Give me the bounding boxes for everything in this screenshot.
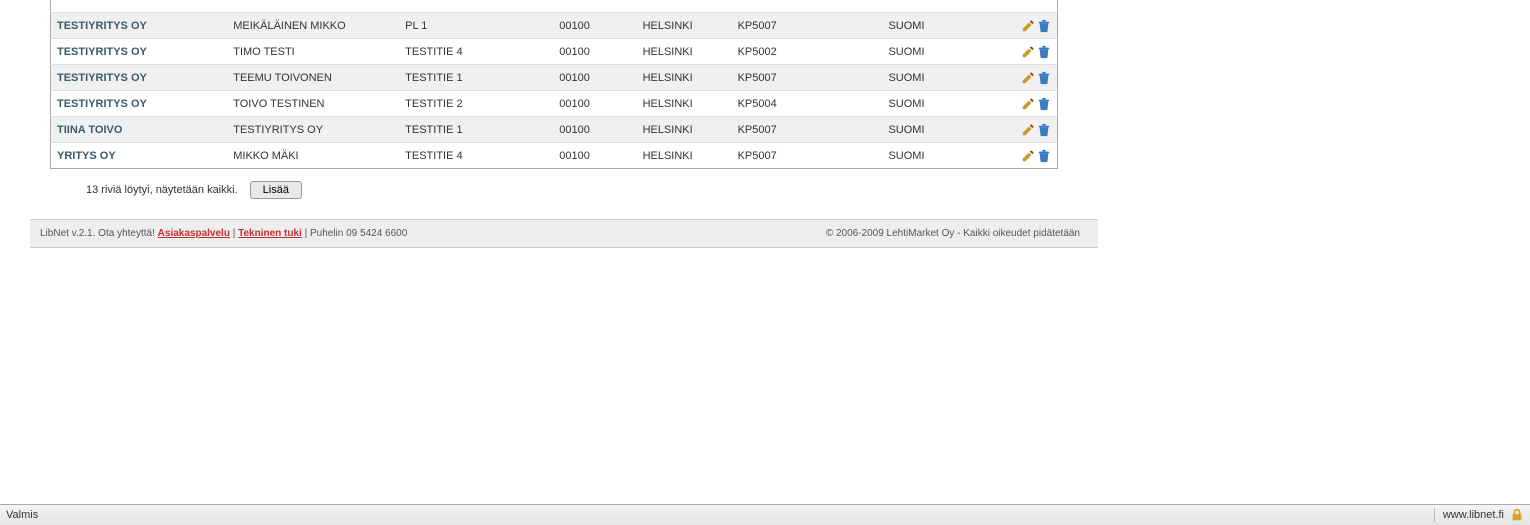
address-cell: TESTITIE 4 — [399, 39, 553, 65]
contact-cell: TEEMU TOIVONEN — [227, 65, 399, 91]
delete-icon[interactable] — [1037, 45, 1051, 59]
delete-icon[interactable] — [1037, 19, 1051, 33]
company-link[interactable]: TESTIYRITYS OY — [57, 46, 147, 58]
footer-phone: | Puhelin 09 5424 6600 — [305, 228, 408, 239]
status-text: Valmis — [6, 509, 38, 521]
country-cell: SUOMI — [882, 13, 999, 39]
postal-cell: 00100 — [553, 91, 636, 117]
city-cell: HELSINKI — [637, 91, 732, 117]
company-link[interactable]: TESTIYRITYS OY — [57, 20, 147, 32]
delete-icon[interactable] — [1037, 149, 1051, 163]
company-link[interactable]: TIINA TOIVO — [57, 124, 122, 136]
delete-icon[interactable] — [1037, 97, 1051, 111]
company-link[interactable]: TESTIYRITYS OY — [57, 98, 147, 110]
table-row: TESTIYRITYS OYTESTI TIMOTESTITIE00100HEL… — [51, 0, 1058, 13]
address-cell: TESTITIE 1 — [399, 65, 553, 91]
delete-icon[interactable] — [1037, 71, 1051, 85]
address-cell: TESTITIE 1 — [399, 117, 553, 143]
country-cell: SUOMI — [882, 143, 999, 169]
contact-cell: TOIVO TESTINEN — [227, 91, 399, 117]
company-link[interactable]: TESTIYRITYS OY — [57, 72, 147, 84]
results-table: TESTIYRITYS OYTESTI TIMOTESTITIE00100HEL… — [50, 0, 1058, 169]
footer-copyright: © 2006-2009 LehtiMarket Oy - Kaikki oike… — [826, 228, 1080, 239]
table-row: YRITYS OY MIKKO MÄKITESTITIE 400100HELSIN… — [51, 143, 1058, 169]
delete-icon[interactable] — [1037, 123, 1051, 137]
code-cell: KP5002 — [732, 39, 883, 65]
postal-cell: 00100 — [553, 39, 636, 65]
city-cell: HELSINKI — [637, 117, 732, 143]
status-domain: www.libnet.fi — [1443, 509, 1504, 521]
contact-cell: TIMO TESTI — [227, 39, 399, 65]
footer-version: LibNet v.2.1. Ota yhteyttä! — [40, 228, 158, 239]
table-row: TIINA TOIVO TESTIYRITYS OYTESTITIE 100100… — [51, 117, 1058, 143]
table-row: TESTIYRITYS OY TIMO TESTITESTITIE 400100H… — [51, 39, 1058, 65]
table-row: TESTIYRITYS OY TEEMU TOIVONENTESTITIE 100… — [51, 65, 1058, 91]
table-row: TESTIYRITYS OY TOIVO TESTINENTESTITIE 200… — [51, 91, 1058, 117]
city-cell: HELSINKI — [637, 65, 732, 91]
city-cell: HELSINKI — [637, 39, 732, 65]
city-cell: HELSINKI — [637, 143, 732, 169]
postal-cell: 00100 — [553, 143, 636, 169]
add-button[interactable]: Lisää — [250, 181, 302, 199]
country-cell: SUOMI — [882, 65, 999, 91]
address-cell: PL 1 — [399, 13, 553, 39]
edit-icon[interactable] — [1021, 45, 1035, 59]
code-cell: KP5004 — [732, 91, 883, 117]
edit-icon[interactable] — [1021, 123, 1035, 137]
edit-icon[interactable] — [1021, 19, 1035, 33]
code-cell: KP5007 — [732, 13, 883, 39]
postal-cell: 00100 — [553, 117, 636, 143]
lock-icon — [1510, 508, 1524, 522]
country-cell: SUOMI — [882, 39, 999, 65]
customer-service-link[interactable]: Asiakaspalvelu — [158, 228, 230, 239]
footer: LibNet v.2.1. Ota yhteyttä! Asiakaspalve… — [30, 219, 1098, 248]
edit-icon[interactable] — [1021, 71, 1035, 85]
postal-cell: 00100 — [553, 13, 636, 39]
country-cell: SUOMI — [882, 117, 999, 143]
code-cell: KP5007 — [732, 65, 883, 91]
tech-support-link[interactable]: Tekninen tuki — [238, 228, 302, 239]
contact-cell: TESTIYRITYS OY — [227, 117, 399, 143]
country-cell: SUOMI — [882, 91, 999, 117]
summary-text: 13 riviä löytyi, näytetään kaikki. — [86, 184, 238, 196]
browser-statusbar: Valmis www.libnet.fi — [0, 504, 1530, 525]
address-cell: TESTITIE 2 — [399, 91, 553, 117]
code-cell: KP5007 — [732, 117, 883, 143]
address-cell: TESTITIE 4 — [399, 143, 553, 169]
table-row: TESTIYRITYS OY MEIKÄLÄINEN MIKKOPL 100100… — [51, 13, 1058, 39]
edit-icon[interactable] — [1021, 149, 1035, 163]
contact-cell: MEIKÄLÄINEN MIKKO — [227, 13, 399, 39]
edit-icon[interactable] — [1021, 97, 1035, 111]
company-link[interactable]: YRITYS OY — [57, 150, 116, 162]
city-cell: HELSINKI — [637, 13, 732, 39]
contact-cell: MIKKO MÄKI — [227, 143, 399, 169]
code-cell: KP5007 — [732, 143, 883, 169]
postal-cell: 00100 — [553, 65, 636, 91]
